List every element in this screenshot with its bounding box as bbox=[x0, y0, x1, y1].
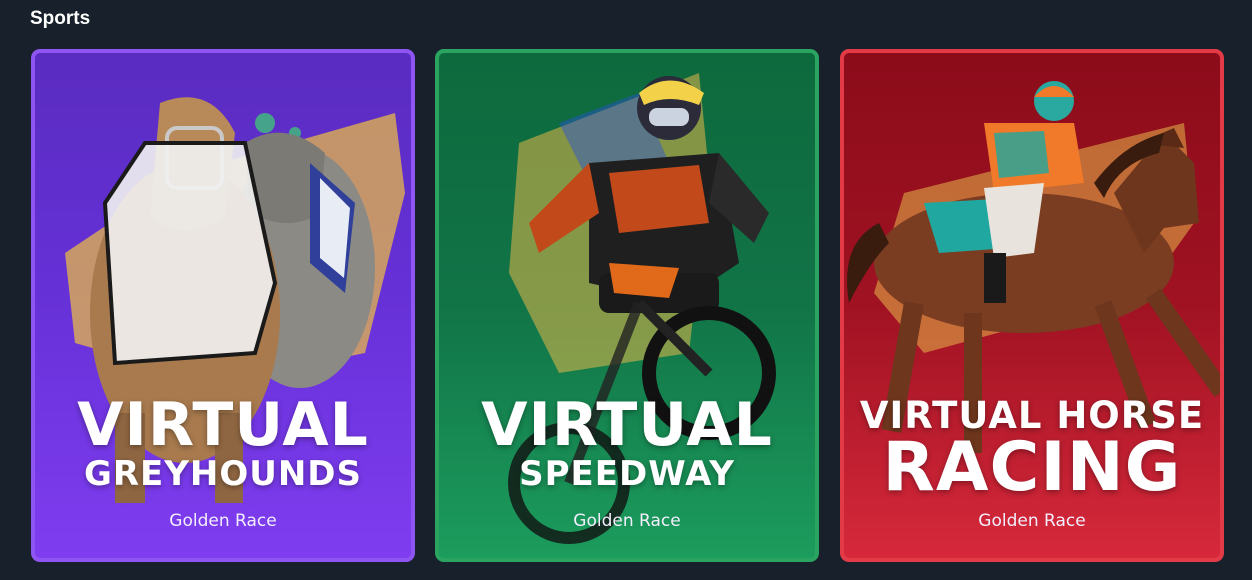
card-provider: Golden Race bbox=[169, 511, 277, 531]
card-title-line1: VIRTUAL bbox=[481, 390, 773, 460]
game-card-virtual-horse-racing[interactable]: VIRTUAL HORSE RACING Golden Race bbox=[840, 49, 1224, 562]
card-provider: Golden Race bbox=[573, 511, 681, 531]
card-title-line2: RACING bbox=[882, 428, 1182, 507]
card-title-line2: SPEEDWAY bbox=[519, 454, 735, 494]
card-title-line1: VIRTUAL bbox=[77, 390, 369, 460]
game-card-virtual-greyhounds[interactable]: VIRTUAL GREYHOUNDS Golden Race bbox=[31, 49, 415, 562]
card-title-line2: GREYHOUNDS bbox=[83, 454, 363, 494]
card-provider: Golden Race bbox=[978, 511, 1086, 531]
game-card-virtual-speedway[interactable]: VIRTUAL SPEEDWAY Golden Race bbox=[435, 49, 819, 562]
section-title: Sports bbox=[30, 8, 91, 29]
